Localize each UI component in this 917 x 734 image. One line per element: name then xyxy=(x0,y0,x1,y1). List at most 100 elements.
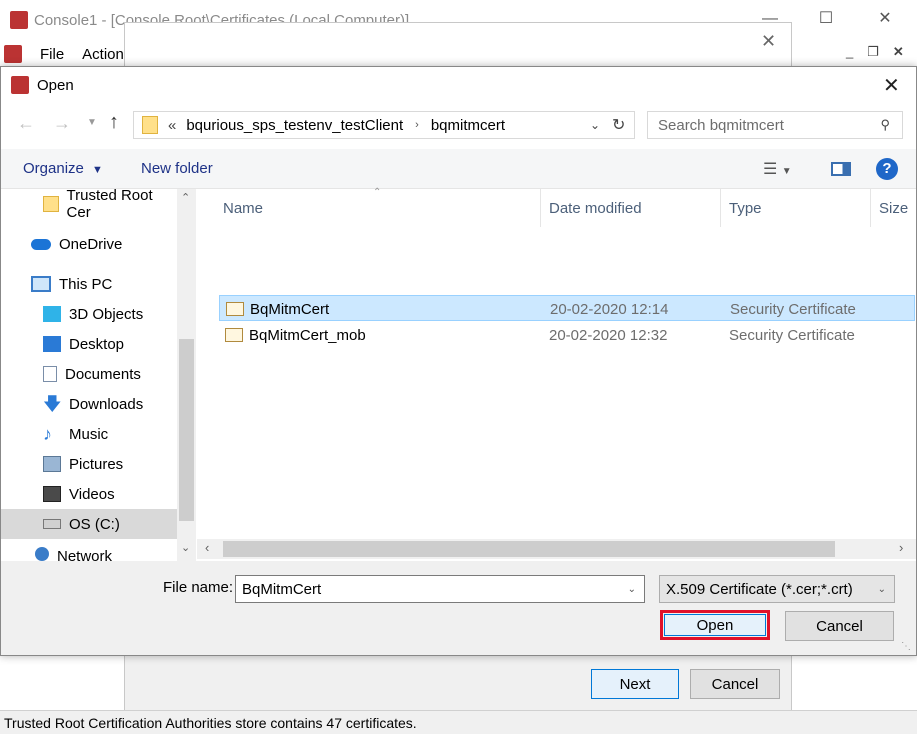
nav-item-this-pc[interactable]: This PC xyxy=(1,269,177,299)
nav-item-pictures[interactable]: Pictures xyxy=(1,449,177,479)
column-header: ⌃ Name Date modified Type Size xyxy=(197,187,916,227)
wizard-close-icon[interactable]: ✕ xyxy=(761,31,776,52)
console-app-icon xyxy=(10,11,28,29)
nav-item-music[interactable]: ♪ Music xyxy=(1,419,177,449)
filename-field[interactable]: BqMitmCert ⌄ xyxy=(235,575,645,603)
search-input[interactable]: Search bqmitmcert ⚲ xyxy=(647,111,903,139)
nav-item-3d-objects[interactable]: 3D Objects xyxy=(1,299,177,329)
mdi-close-icon[interactable]: ✕ xyxy=(893,44,904,60)
wizard-button-bar: Next Cancel xyxy=(124,655,792,712)
next-button[interactable]: Next xyxy=(591,669,679,699)
cancel-button[interactable]: Cancel xyxy=(785,611,894,641)
nav-item-label: Music xyxy=(69,425,109,443)
chevron-down-icon[interactable]: ⌄ xyxy=(590,118,600,132)
resize-grip-icon[interactable]: ⋱ xyxy=(901,641,911,652)
nav-item-documents[interactable]: Documents xyxy=(1,359,177,389)
nav-item-label: OneDrive xyxy=(59,235,123,253)
up-icon[interactable]: ↑ xyxy=(109,111,119,134)
horizontal-scroll-thumb[interactable] xyxy=(223,541,835,557)
breadcrumb-item-parent[interactable]: bqurious_sps_testenv_testClient xyxy=(186,117,403,134)
breadcrumb-prefix[interactable]: « xyxy=(168,117,176,134)
nav-item-label: 3D Objects xyxy=(69,305,144,323)
mdi-restore-icon[interactable]: ❐ xyxy=(867,44,879,60)
nav-item-label: Pictures xyxy=(69,455,124,473)
chevron-down-icon: ⌄ xyxy=(877,583,886,595)
address-bar[interactable]: « bqurious_sps_testenv_testClient › bqmi… xyxy=(133,111,635,139)
address-row: ← → ▼ ↑ « bqurious_sps_testenv_testClien… xyxy=(1,103,916,149)
scroll-up-icon[interactable]: ⌃ xyxy=(181,191,190,204)
file-name: BqMitmCert_mob xyxy=(249,326,366,344)
nav-item-trusted-root[interactable]: Trusted Root Cer xyxy=(1,187,177,221)
breadcrumb-separator-icon: › xyxy=(415,119,419,131)
nav-item-videos[interactable]: Videos xyxy=(1,479,177,509)
nav-item-label: This PC xyxy=(59,275,113,293)
nav-item-network[interactable]: Network xyxy=(1,545,177,561)
cloud-icon xyxy=(31,238,51,250)
chevron-down-icon[interactable]: ⌄ xyxy=(628,584,636,595)
menu-file[interactable]: File xyxy=(40,46,64,63)
back-icon[interactable]: ← xyxy=(17,113,35,134)
cube-icon xyxy=(43,306,61,322)
recent-locations-icon[interactable]: ▼ xyxy=(87,117,97,128)
nav-item-label: Videos xyxy=(69,485,115,503)
help-icon[interactable]: ? xyxy=(876,157,898,180)
status-bar: Trusted Root Certification Authorities s… xyxy=(0,710,917,734)
maximize-icon[interactable]: ☐ xyxy=(806,8,846,28)
wizard-cancel-button[interactable]: Cancel xyxy=(690,669,780,699)
file-row[interactable]: BqMitmCert 20-02-2020 12:14 Security Cer… xyxy=(219,295,915,321)
mdi-minimize-icon[interactable]: _ xyxy=(846,44,853,60)
menu-action[interactable]: Action xyxy=(82,46,124,63)
nav-item-label: Network xyxy=(57,548,113,561)
computer-icon xyxy=(31,276,51,292)
column-size[interactable]: Size xyxy=(871,189,916,227)
breadcrumb-item-current[interactable]: bqmitmcert xyxy=(431,117,505,134)
nav-item-label: Documents xyxy=(65,365,141,383)
close-icon[interactable]: ✕ xyxy=(865,8,905,28)
organize-button[interactable]: Organize ▼ xyxy=(23,160,103,177)
file-list: ⌃ Name Date modified Type Size BqMitmCer… xyxy=(197,187,916,539)
scroll-right-icon[interactable]: › xyxy=(899,540,903,555)
file-type: Security Certificate xyxy=(730,300,856,318)
nav-item-desktop[interactable]: Desktop xyxy=(1,329,177,359)
open-button[interactable]: Open xyxy=(664,614,766,636)
document-icon xyxy=(43,366,57,382)
mdi-controls: _ ❐ ✕ xyxy=(846,44,904,60)
search-placeholder: Search bqmitmcert xyxy=(658,116,784,134)
nav-item-onedrive[interactable]: OneDrive xyxy=(1,229,177,259)
nav-scroll-thumb[interactable] xyxy=(179,339,194,521)
file-type-filter[interactable]: X.509 Certificate (*.cer;*.crt) ⌄ xyxy=(659,575,895,603)
organize-label: Organize xyxy=(23,160,84,177)
nav-item-os-c[interactable]: OS (C:) xyxy=(1,509,177,539)
preview-pane-icon[interactable] xyxy=(831,161,851,176)
nav-item-label: Desktop xyxy=(69,335,125,353)
folder-icon xyxy=(142,116,158,134)
view-options-icon[interactable]: ☰ ▼ xyxy=(763,159,792,179)
drive-icon xyxy=(43,519,61,529)
nav-scrollbar[interactable]: ⌃ ⌄ xyxy=(177,189,196,561)
horizontal-scrollbar[interactable]: ‹ › xyxy=(197,539,916,559)
open-file-dialog: Open ✕ ← → ▼ ↑ « bqurious_sps_testenv_te… xyxy=(0,66,917,656)
file-row[interactable]: BqMitmCert_mob 20-02-2020 12:32 Security… xyxy=(219,322,915,348)
refresh-icon[interactable]: ↻ xyxy=(612,115,625,135)
search-icon[interactable]: ⚲ xyxy=(880,117,890,133)
network-icon xyxy=(35,547,49,561)
dialog-bottom-bar: File name: BqMitmCert ⌄ X.509 Certificat… xyxy=(1,561,916,655)
dialog-title-bar: Open xyxy=(1,67,916,103)
scroll-left-icon[interactable]: ‹ xyxy=(205,540,209,555)
music-icon: ♪ xyxy=(43,424,52,444)
console-menubar: File Action xyxy=(0,40,124,68)
filename-label: File name: xyxy=(163,579,234,596)
file-type: Security Certificate xyxy=(729,326,855,344)
nav-item-downloads[interactable]: 🡇 Downloads xyxy=(1,389,177,419)
forward-icon[interactable]: → xyxy=(53,113,71,134)
column-date-modified[interactable]: Date modified xyxy=(541,189,721,227)
new-folder-button[interactable]: New folder xyxy=(141,160,213,177)
scroll-down-icon[interactable]: ⌄ xyxy=(181,541,190,554)
file-date: 20-02-2020 12:32 xyxy=(549,326,668,344)
dialog-close-icon[interactable]: ✕ xyxy=(883,73,900,98)
column-type[interactable]: Type xyxy=(721,189,871,227)
column-name[interactable]: Name xyxy=(215,189,541,227)
navigation-pane: Trusted Root Cer OneDrive This PC 3D Obj… xyxy=(1,187,197,561)
nav-item-label: OS (C:) xyxy=(69,515,120,533)
console-menu-icon xyxy=(4,45,22,63)
